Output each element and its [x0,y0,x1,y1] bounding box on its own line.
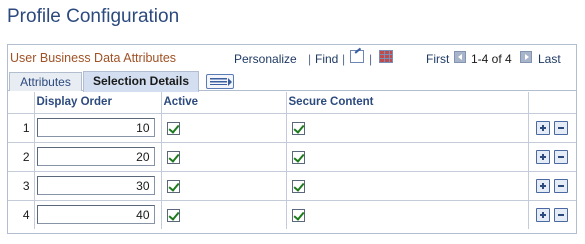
display-order-input[interactable] [36,118,155,137]
grid-tabs: Attributes Selection Details [8,71,576,92]
find-link[interactable]: Find [315,52,338,66]
row-actions-cell [528,171,576,201]
row-number: 3 [8,171,35,201]
column-header-actions [528,92,576,114]
row-range: 1-4 of 4 [471,52,512,66]
delete-row-button[interactable] [554,178,569,193]
nav-separator: | [369,52,373,66]
display-order-cell [34,200,162,229]
download-grid-icon[interactable] [379,50,393,63]
secure-content-cell [286,142,529,172]
active-checkbox[interactable] [166,150,180,164]
view-all-icon[interactable] [350,50,364,63]
table-row: 2 [8,142,576,172]
column-header-display-order[interactable]: Display Order [34,92,162,114]
personalize-link[interactable]: Personalize [234,52,297,66]
first-link[interactable]: First [426,52,449,66]
active-cell [161,200,287,229]
nav-separator: | [308,52,312,66]
row-number: 1 [8,113,35,143]
display-order-cell [34,113,162,143]
table-row: 3 [8,171,576,201]
grid-title: User Business Data Attributes [10,51,177,65]
secure-content-checkbox[interactable] [291,208,305,222]
row-number: 4 [8,200,35,229]
table-header-row: Display Order Active Secure Content [8,92,576,114]
next-arrow-icon[interactable] [520,51,532,63]
active-checkbox[interactable] [166,208,180,222]
display-order-input[interactable] [36,147,155,166]
delete-row-button[interactable] [554,149,569,164]
column-header-secure-content[interactable]: Secure Content [286,92,529,114]
previous-arrow-icon[interactable] [454,51,466,63]
display-order-cell [34,171,162,201]
secure-content-checkbox[interactable] [291,150,305,164]
active-checkbox[interactable] [166,121,180,135]
secure-content-cell [286,171,529,201]
page-title: Profile Configuration [7,6,180,27]
secure-content-cell [286,200,529,229]
tab-selection-details[interactable]: Selection Details [83,71,199,92]
nav-separator: | [342,52,346,66]
secure-content-checkbox[interactable] [291,121,305,135]
tab-attributes[interactable]: Attributes [9,72,82,91]
display-order-cell [34,142,162,172]
row-number: 2 [8,142,35,172]
active-cell [161,171,287,201]
display-order-input[interactable] [36,205,155,225]
add-row-button[interactable] [536,178,551,193]
add-row-button[interactable] [536,149,551,164]
column-header-rownum [8,92,35,114]
secure-content-checkbox[interactable] [291,179,305,193]
grid-header: User Business Data Attributes Personaliz… [8,45,576,71]
delete-row-button[interactable] [554,120,569,135]
delete-row-button[interactable] [554,208,569,223]
show-all-columns-icon[interactable] [206,74,234,89]
add-row-button[interactable] [536,120,551,135]
add-row-button[interactable] [536,208,551,223]
last-link[interactable]: Last [538,52,561,66]
column-header-active[interactable]: Active [161,92,287,114]
secure-content-cell [286,113,529,143]
table-row: 1 [8,113,576,143]
row-actions-cell [528,142,576,172]
table-row: 4 [8,200,576,229]
active-cell [161,142,287,172]
active-checkbox[interactable] [166,179,180,193]
grid-container: User Business Data Attributes Personaliz… [7,44,577,234]
display-order-input[interactable] [36,176,155,195]
data-table: Display Order Active Secure Content 1234 [8,92,576,229]
active-cell [161,113,287,143]
row-actions-cell [528,113,576,143]
row-actions-cell [528,200,576,229]
